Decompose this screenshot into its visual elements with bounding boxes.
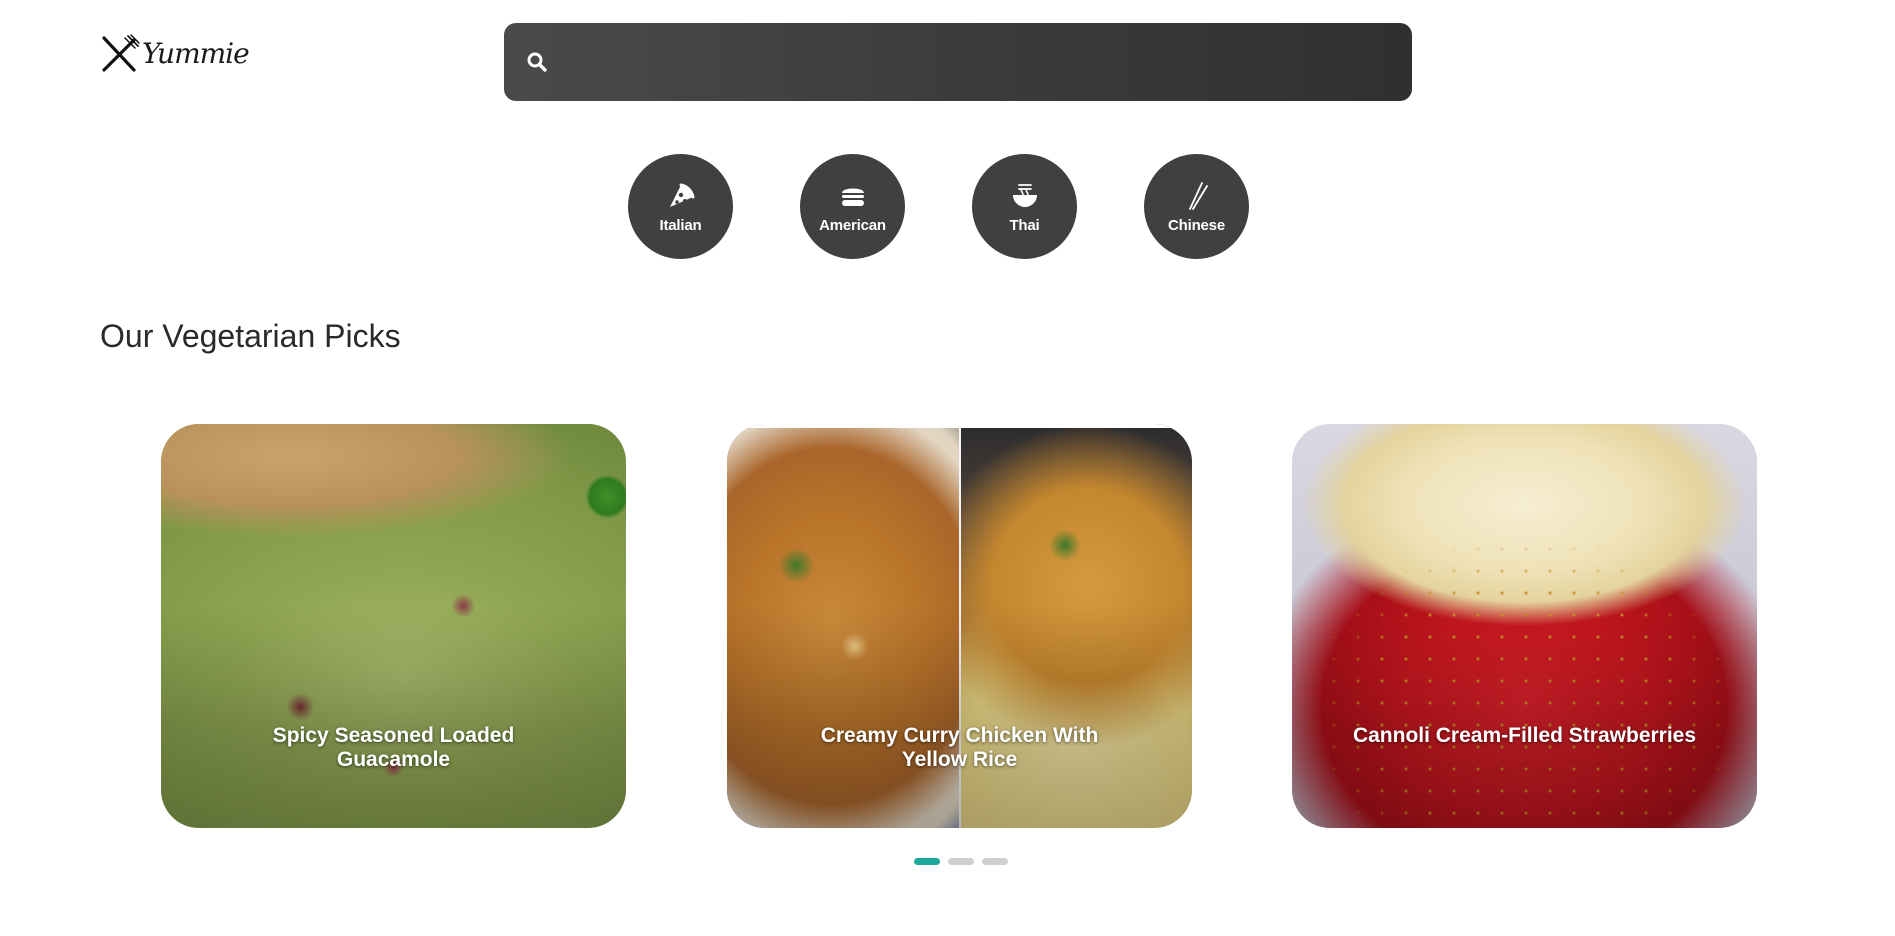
recipe-card-title: Cannoli Cream-Filled Strawberries [1352,724,1697,747]
cuisine-button-thai[interactable]: Thai [972,154,1077,259]
section-title: Our Vegetarian Picks [100,318,401,354]
cuisine-filter-list: Italian American Thai Chinese [628,154,1249,259]
pizza-icon [666,181,696,211]
recipe-card-title: Spicy Seasoned Loaded Guacamole [272,724,515,771]
cuisine-label: American [819,217,886,234]
carousel-dot-2[interactable] [948,858,974,865]
brand-name: Yummie [142,37,250,70]
cuisine-button-italian[interactable]: Italian [628,154,733,259]
cuisine-label: Thai [1009,217,1040,234]
page: Yummie Italian American Thai Chinese Our… [0,0,1895,936]
recipe-card[interactable]: Spicy Seasoned Loaded Guacamole [161,424,626,828]
burger-icon [838,181,868,211]
cuisine-label: Italian [659,217,702,234]
recipe-card-title: Creamy Curry Chicken With Yellow Rice [820,724,1099,771]
chopsticks-icon [1182,181,1212,211]
cuisine-button-chinese[interactable]: Chinese [1144,154,1249,259]
search-bar[interactable] [504,22,1412,102]
carousel-dot-1[interactable] [914,858,940,865]
brand-logo[interactable]: Yummie [100,34,250,74]
recipe-card[interactable]: Cannoli Cream-Filled Strawberries [1292,424,1757,828]
cuisine-label: Chinese [1168,217,1225,234]
fork-knife-icon [100,34,140,74]
cuisine-button-american[interactable]: American [800,154,905,259]
search-icon[interactable] [524,49,550,75]
carousel-dot-3[interactable] [982,858,1008,865]
search-input[interactable] [550,22,1412,102]
recipe-card[interactable]: Creamy Curry Chicken With Yellow Rice [727,424,1192,828]
carousel-pagination [914,858,1008,865]
noodle-bowl-icon [1010,181,1040,211]
